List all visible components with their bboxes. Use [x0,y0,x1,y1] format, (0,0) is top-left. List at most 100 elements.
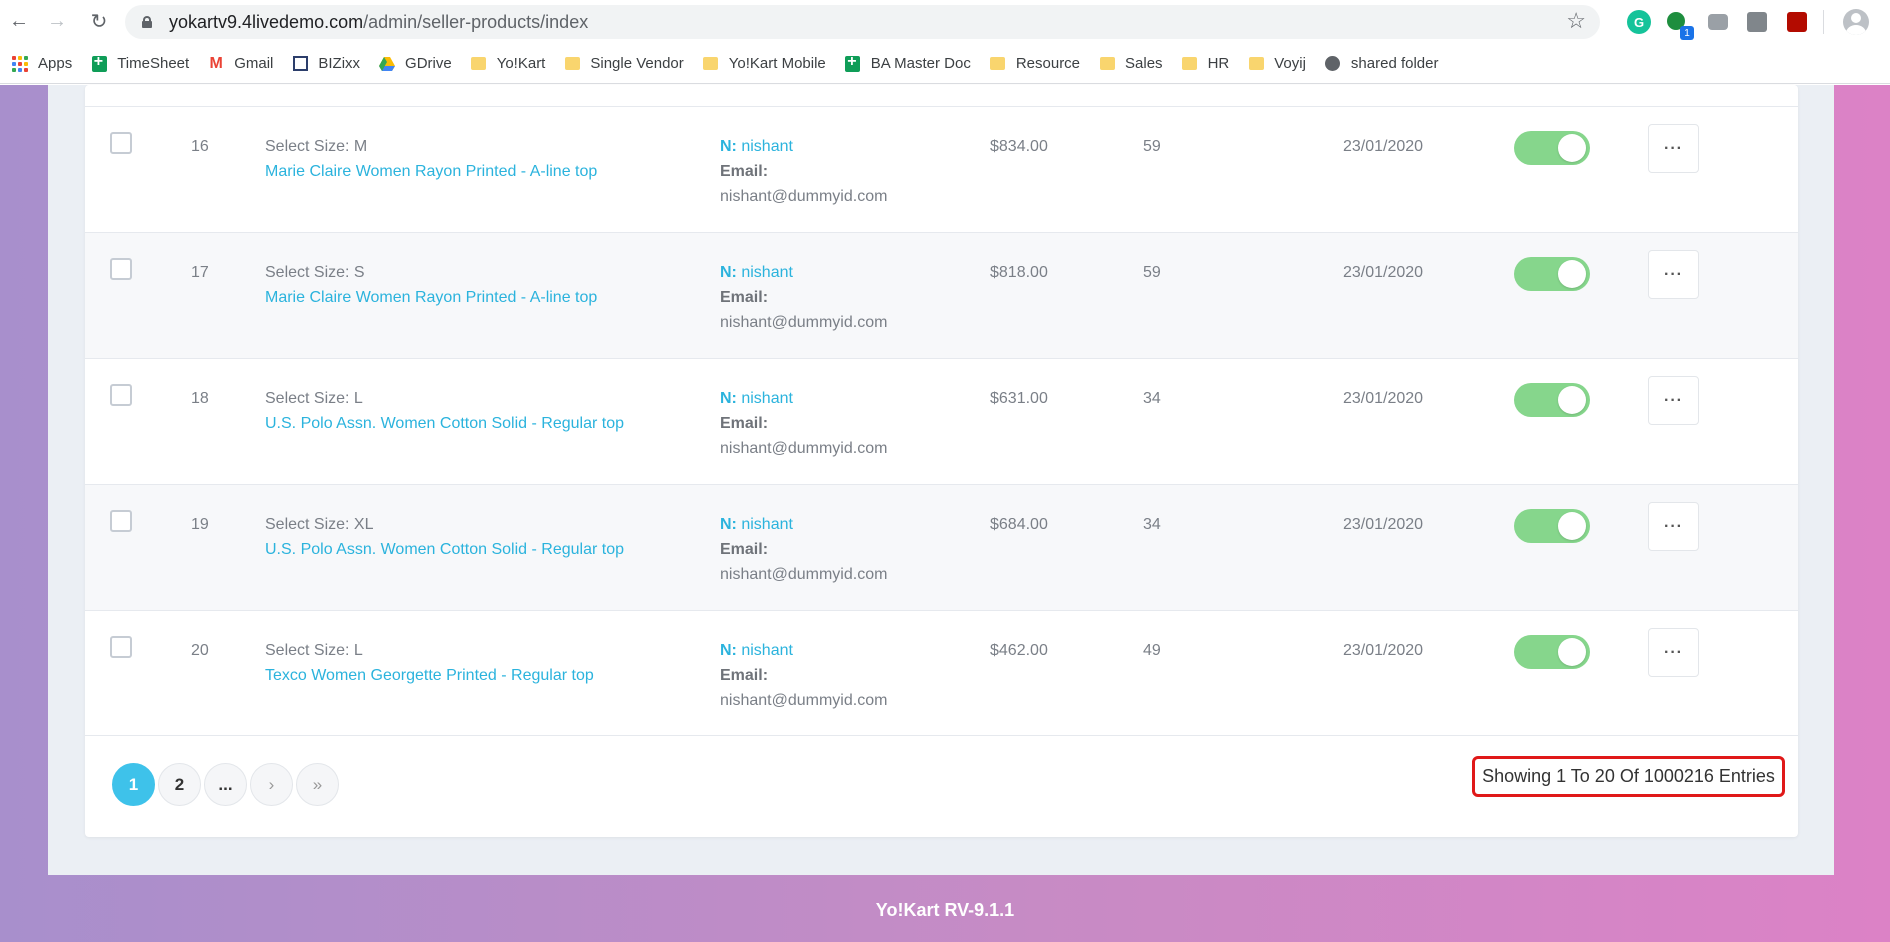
stock-value: 59 [1143,138,1161,155]
camera-icon[interactable] [1708,14,1728,30]
extension-badge: 1 [1680,26,1694,40]
more-actions-button[interactable]: ··· [1648,628,1699,677]
bookmark-shared-folder[interactable]: shared folder [1325,55,1439,72]
product-link[interactable]: Marie Claire Women Rayon Printed - A-lin… [265,285,597,310]
address-bar[interactable]: yokartv9.4livedemo.com/admin/seller-prod… [125,5,1600,39]
seller-cell: N: nishant Email: nishant@dummyid.com [720,638,887,713]
status-toggle[interactable] [1514,131,1590,165]
page-background: 16 Select Size: M Marie Claire Women Ray… [0,85,1890,942]
entries-summary: Showing 1 To 20 Of 1000216 Entries [1472,756,1785,797]
reload-icon[interactable]: ↻ [86,8,112,34]
toggle-knob [1558,638,1586,666]
url-host: yokartv9.4livedemo.com [169,12,364,32]
seller-name[interactable]: nishant [741,138,793,155]
pdf-icon[interactable] [1787,12,1807,32]
bookmark-timesheet[interactable]: TimeSheet [91,53,190,72]
bookmark-bizixx[interactable]: BIZixx [292,55,360,72]
stock-value: 34 [1143,390,1161,407]
row-checkbox[interactable] [110,510,132,532]
row-checkbox[interactable] [110,258,132,280]
bookmark-voyij[interactable]: Voyij [1248,55,1306,72]
folder-icon [990,56,1006,72]
product-link[interactable]: Marie Claire Women Rayon Printed - A-lin… [265,159,597,184]
page-1-button[interactable]: 1 [112,763,155,806]
bookmark-label: TimeSheet [117,55,190,72]
bookmark-label: BA Master Doc [870,55,971,72]
bookmark-star-icon[interactable]: ☆ [1566,8,1586,34]
more-actions-button[interactable]: ··· [1648,250,1699,299]
toggle-knob [1558,512,1586,540]
forward-icon[interactable]: → [44,8,70,34]
table-row: 17 Select Size: S Marie Claire Women Ray… [85,232,1798,358]
page-ellipsis[interactable]: ... [204,763,247,806]
bookmark-yokart[interactable]: Yo!Kart [471,55,546,72]
bookmark-resource[interactable]: Resource [990,55,1080,72]
url-path: /admin/seller-products/index [363,12,589,32]
bookmark-label: GDrive [405,55,452,72]
bookmark-label: Resource [1015,55,1081,72]
table-row: 19 Select Size: XL U.S. Polo Assn. Women… [85,484,1798,610]
more-actions-button[interactable]: ··· [1648,502,1699,551]
seller-name[interactable]: nishant [741,390,793,407]
date-value: 23/01/2020 [1343,138,1424,155]
table-row: 16 Select Size: M Marie Claire Women Ray… [85,106,1798,232]
product-link[interactable]: U.S. Polo Assn. Women Cotton Solid - Reg… [265,411,624,436]
row-serial: 20 [191,642,209,659]
seller-cell: N: nishant Email: nishant@dummyid.com [720,134,887,209]
last-page-icon[interactable]: » [296,763,339,806]
price-value: $818.00 [990,264,1048,281]
bookmark-gdrive[interactable]: GDrive [379,55,452,72]
status-toggle[interactable] [1514,257,1590,291]
date-value: 23/01/2020 [1343,264,1424,281]
toolbar-divider [1823,10,1824,34]
bookmark-label: shared folder [1350,55,1439,72]
product-size: Select Size: M [265,138,368,155]
bookmark-ba-master-doc[interactable]: BA Master Doc [845,53,971,72]
bookmark-sales[interactable]: Sales [1099,55,1163,72]
seller-name[interactable]: nishant [741,516,793,533]
seller-name[interactable]: nishant [741,642,793,659]
row-checkbox[interactable] [110,132,132,154]
stock-value: 34 [1143,516,1161,533]
product-size: Select Size: XL [265,516,374,533]
gdrive-icon [379,56,396,72]
bookmark-gmail[interactable]: M Gmail [208,55,274,73]
status-toggle[interactable] [1514,635,1590,669]
more-actions-button[interactable]: ··· [1648,124,1699,173]
seller-name[interactable]: nishant [741,264,793,281]
more-actions-button[interactable]: ··· [1648,376,1699,425]
bizixx-icon [292,56,308,72]
seller-cell: N: nishant Email: nishant@dummyid.com [720,386,887,461]
bookmark-yokart-mobile[interactable]: Yo!Kart Mobile [703,55,826,72]
back-icon[interactable]: ← [6,8,32,34]
hubspot-icon[interactable] [1747,12,1767,32]
grammarly-icon[interactable]: G [1627,10,1651,34]
bookmark-apps[interactable]: Apps [12,55,72,72]
product-cell: Select Size: S Marie Claire Women Rayon … [265,260,597,310]
folder-icon [471,56,487,72]
bookmark-label: Yo!Kart [496,55,546,72]
product-link[interactable]: U.S. Polo Assn. Women Cotton Solid - Reg… [265,537,624,562]
price-value: $631.00 [990,390,1048,407]
row-checkbox[interactable] [110,636,132,658]
status-toggle[interactable] [1514,383,1590,417]
bookmark-label: Single Vendor [590,55,684,72]
bookmark-single-vendor[interactable]: Single Vendor [564,55,684,72]
row-checkbox[interactable] [110,384,132,406]
email-label: Email: [720,163,769,180]
price-value: $834.00 [990,138,1048,155]
bookmark-label: HR [1207,55,1230,72]
next-page-icon[interactable]: › [250,763,293,806]
stock-value: 49 [1143,642,1161,659]
product-link[interactable]: Texco Women Georgette Printed - Regular … [265,663,594,688]
status-toggle[interactable] [1514,509,1590,543]
bookmark-label: Voyij [1274,55,1306,72]
page-2-button[interactable]: 2 [158,763,201,806]
product-size: Select Size: L [265,642,363,659]
bookmark-label: Sales [1125,55,1163,72]
profile-avatar[interactable] [1843,9,1869,35]
seller-email: nishant@dummyid.com [720,566,888,583]
seller-email: nishant@dummyid.com [720,440,888,457]
seller-prefix: N: [720,642,737,659]
bookmark-hr[interactable]: HR [1182,55,1230,72]
